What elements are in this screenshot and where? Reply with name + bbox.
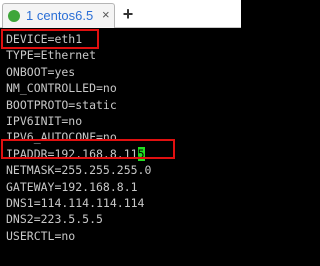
terminal-output[interactable]: DEVICE=eth1 TYPE=Ethernet ONBOOT=yes NM_… (6, 31, 236, 244)
terminal-line: BOOTPROTO=static (6, 97, 117, 112)
tab-label: 1 centos6.5 (26, 8, 93, 23)
tab-title: centos6.5 (36, 8, 94, 23)
terminal-line: GATEWAY=192.168.8.1 (6, 179, 138, 194)
terminal-line: DNS1=114.114.114.114 (6, 195, 145, 210)
tab-number: 1 (26, 8, 34, 23)
terminal-line: NM_CONTROLLED=no (6, 81, 117, 96)
terminal-line: DEVICE=eth1 (6, 32, 83, 46)
tab-bar: 1 centos6.5 × + (0, 0, 241, 28)
terminal-line: USERCTL=no (6, 228, 76, 243)
terminal-line: IPV6_AUTOCONF=no (6, 130, 117, 145)
close-icon[interactable]: × (102, 7, 110, 22)
terminal-line-ipaddr: IPADDR=192.168.8.115 (6, 146, 236, 162)
add-tab-button[interactable]: + (118, 5, 138, 25)
ipaddr-text: IPADDR=192.168.8.11 (6, 146, 138, 161)
text-cursor: 5 (137, 146, 145, 161)
terminal-line: TYPE=Ethernet (6, 48, 97, 63)
terminal-line: NETMASK=255.255.255.0 (6, 163, 152, 178)
tab-centos[interactable]: 1 centos6.5 × (2, 3, 115, 28)
terminal-line: ONBOOT=yes (6, 64, 76, 79)
terminal-line: IPV6INIT=no (6, 113, 83, 128)
terminal-line: DNS2=223.5.5.5 (6, 212, 103, 227)
connected-status-icon (8, 10, 20, 22)
